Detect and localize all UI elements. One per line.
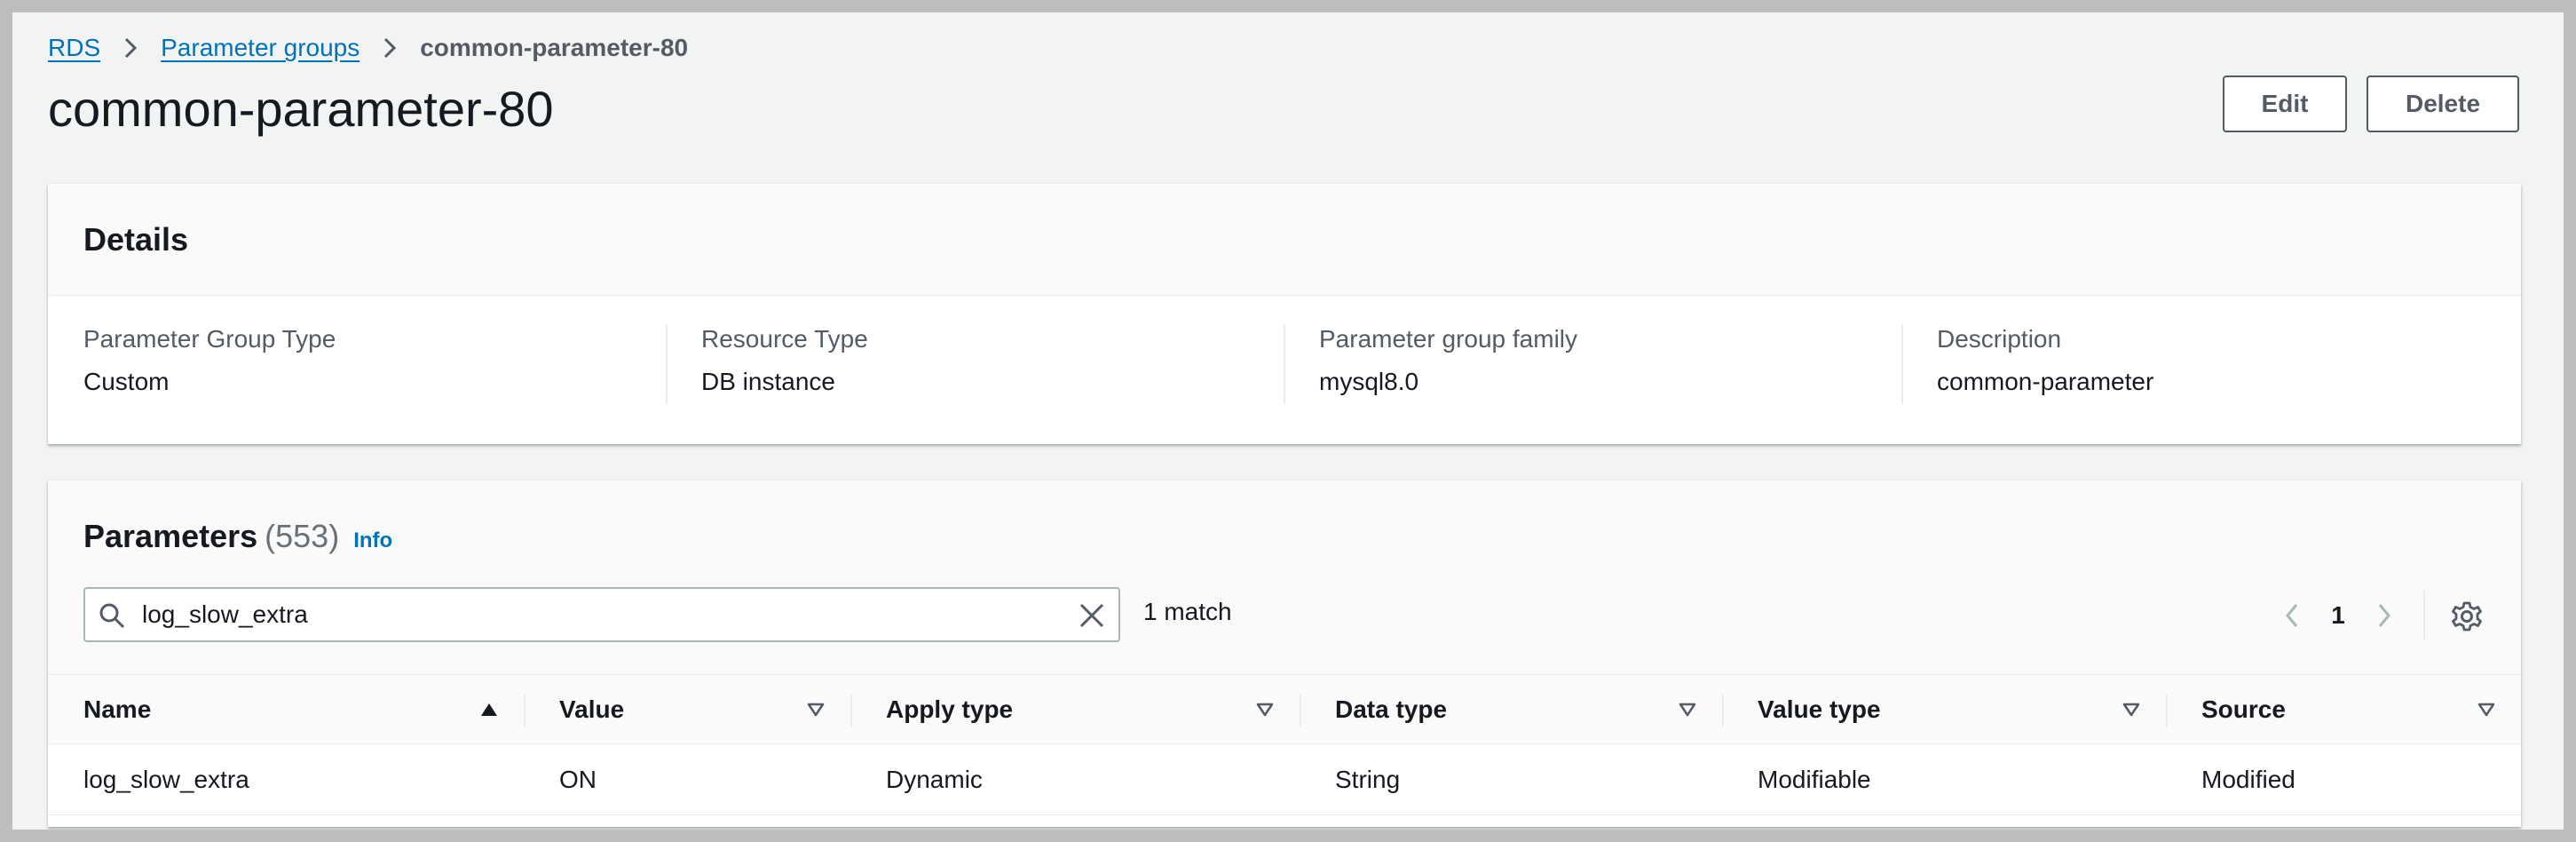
column-header-source[interactable]: Source [2166,674,2521,744]
column-label: Value [559,695,625,723]
breadcrumb-rds-link[interactable]: RDS [48,34,100,62]
search-icon [98,601,126,634]
parameter-search-box [83,587,1120,642]
cell-value: ON [524,743,850,815]
parameters-count: (553) [265,518,340,554]
chevron-left-icon[interactable] [2272,591,2311,640]
caret-down-outline-icon [807,703,825,716]
gear-icon[interactable] [2445,594,2489,639]
parameters-table: Name Value Apply type Data type Value ty… [48,674,2521,815]
detail-value: mysql8.0 [1319,368,1419,395]
table-header-row: Name Value Apply type Data type Value ty… [48,674,2521,744]
caret-down-outline-icon [1679,703,1696,716]
detail-label: Description [1937,325,2062,353]
details-fields: Parameter Group Type Custom Resource Typ… [48,296,2521,404]
chevron-right-icon[interactable] [2365,591,2404,640]
column-label: Apply type [886,695,1014,723]
edit-button[interactable]: Edit [2223,75,2347,132]
breadcrumb: RDS Parameter groups common-parameter-80 [48,32,688,64]
info-link[interactable]: Info [353,528,392,553]
chevron-right-icon [113,36,148,60]
detail-value: DB instance [701,368,835,395]
column-header-value-type[interactable]: Value type [1722,674,2166,744]
column-label: Value type [1758,695,1881,723]
details-title: Details [83,220,189,258]
cell-source: Modified [2166,743,2521,815]
detail-label: Resource Type [701,325,868,353]
cell-value-type: Modifiable [1722,743,2166,815]
details-header: Details [48,184,2521,296]
parameters-panel: Parameters (553) Info 1 match 1 [48,481,2521,827]
pagination: 1 [2272,591,2404,640]
details-panel: Details Parameter Group Type Custom Reso… [48,184,2521,444]
column-label: Source [2201,695,2286,723]
parameters-title: Parameters [83,518,258,554]
column-header-apply-type[interactable]: Apply type [850,674,1300,744]
detail-parameter-group-type: Parameter Group Type Custom [48,324,666,397]
page-number[interactable]: 1 [2311,601,2365,630]
search-input[interactable] [140,594,1063,635]
match-count: 1 match [1143,598,1232,625]
cell-name: log_slow_extra [48,743,524,815]
chevron-right-icon [372,36,407,60]
cell-data-type: String [1300,743,1722,815]
page-frame: RDS Parameter groups common-parameter-80… [12,12,2564,830]
parameters-title-row: Parameters (553) Info [83,518,392,555]
column-label: Data type [1335,695,1448,723]
column-header-value[interactable]: Value [524,674,850,744]
column-header-data-type[interactable]: Data type [1300,674,1722,744]
delete-button[interactable]: Delete [2367,75,2519,132]
detail-value: common-parameter [1937,368,2154,395]
page-title: common-parameter-80 [48,81,554,137]
detail-description: Description common-parameter [1901,324,2519,404]
column-label: Name [83,695,152,723]
detail-label: Parameter Group Type [83,325,336,353]
caret-down-outline-icon [2122,703,2140,716]
detail-resource-type: Resource Type DB instance [666,324,1284,404]
close-icon[interactable] [1078,601,1106,634]
pager-divider [2423,591,2425,640]
caret-down-outline-icon [2477,703,2495,716]
table-row[interactable]: log_slow_extra ON Dynamic String Modifia… [48,743,2521,815]
cell-apply-type: Dynamic [850,743,1300,815]
detail-value: Custom [83,368,170,395]
caret-down-outline-icon [1256,703,1274,716]
breadcrumb-parameter-groups-link[interactable]: Parameter groups [161,34,360,62]
caret-up-icon [481,703,497,716]
breadcrumb-current: common-parameter-80 [420,34,689,61]
parameters-header: Parameters (553) Info 1 match 1 [48,481,2521,674]
detail-parameter-group-family: Parameter group family mysql8.0 [1284,324,1901,404]
column-header-name[interactable]: Name [48,674,524,744]
detail-label: Parameter group family [1319,325,1578,353]
